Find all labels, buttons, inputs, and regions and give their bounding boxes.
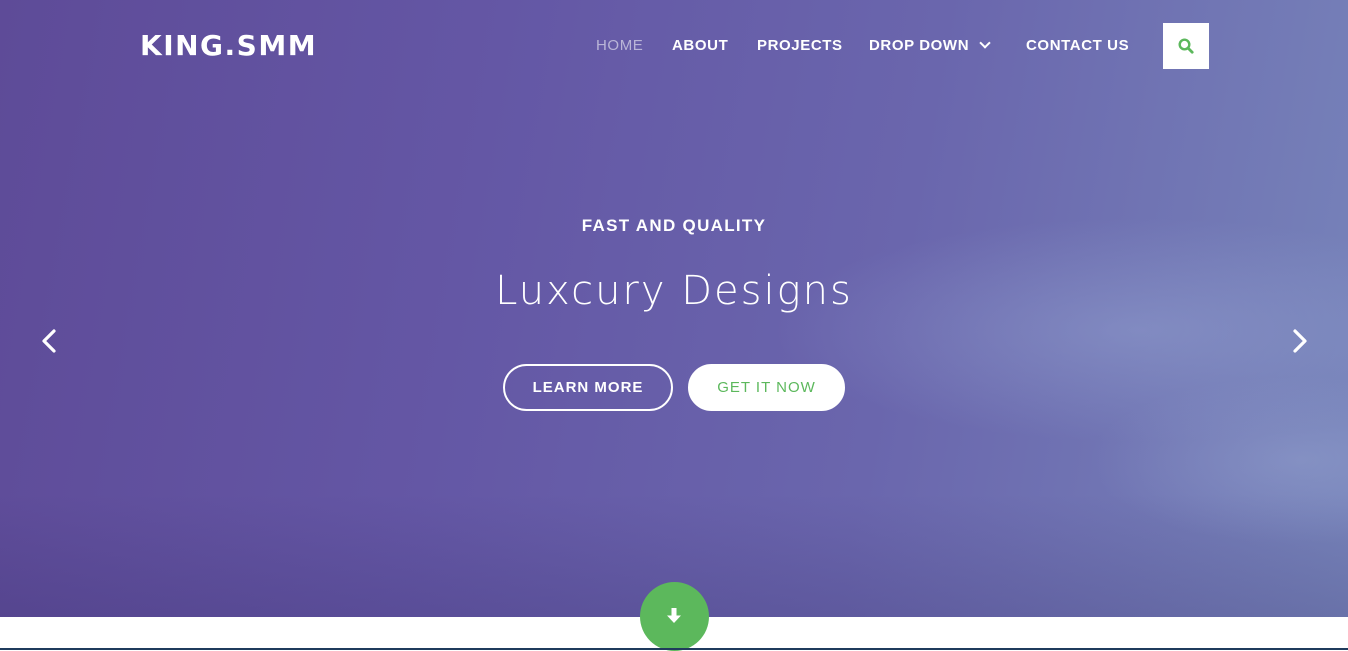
nav-item-drop-down-label: DROP DOWN bbox=[869, 37, 970, 54]
search-button[interactable] bbox=[1163, 23, 1209, 69]
nav-item-drop-down[interactable]: DROP DOWN bbox=[869, 36, 991, 56]
learn-more-button[interactable]: LEARN MORE bbox=[503, 364, 673, 411]
brand-logo[interactable]: KING.SMM bbox=[140, 28, 317, 64]
chevron-left-icon bbox=[42, 329, 56, 353]
nav-item-home[interactable]: HOME bbox=[596, 36, 643, 56]
chevron-down-icon bbox=[979, 37, 991, 49]
chevron-right-icon bbox=[1293, 329, 1307, 353]
hero-slider: KING.SMM HOME ABOUT PROJECTS DROP DOWN C… bbox=[0, 0, 1348, 617]
hero-kicker: FAST AND QUALITY bbox=[581, 216, 767, 235]
slider-next-button[interactable] bbox=[1285, 326, 1313, 356]
nav-item-contact-us[interactable]: CONTACT US bbox=[1026, 36, 1129, 56]
nav-item-about[interactable]: ABOUT bbox=[672, 36, 728, 56]
nav-item-projects[interactable]: PROJECTS bbox=[757, 36, 843, 56]
arrow-down-icon bbox=[667, 608, 681, 623]
search-icon bbox=[1178, 38, 1194, 54]
get-it-now-button[interactable]: GET IT NOW bbox=[688, 364, 845, 411]
scroll-down-button[interactable] bbox=[640, 582, 709, 651]
slider-prev-button[interactable] bbox=[36, 326, 64, 356]
hero-headline: Luxcury Designs bbox=[495, 268, 853, 314]
